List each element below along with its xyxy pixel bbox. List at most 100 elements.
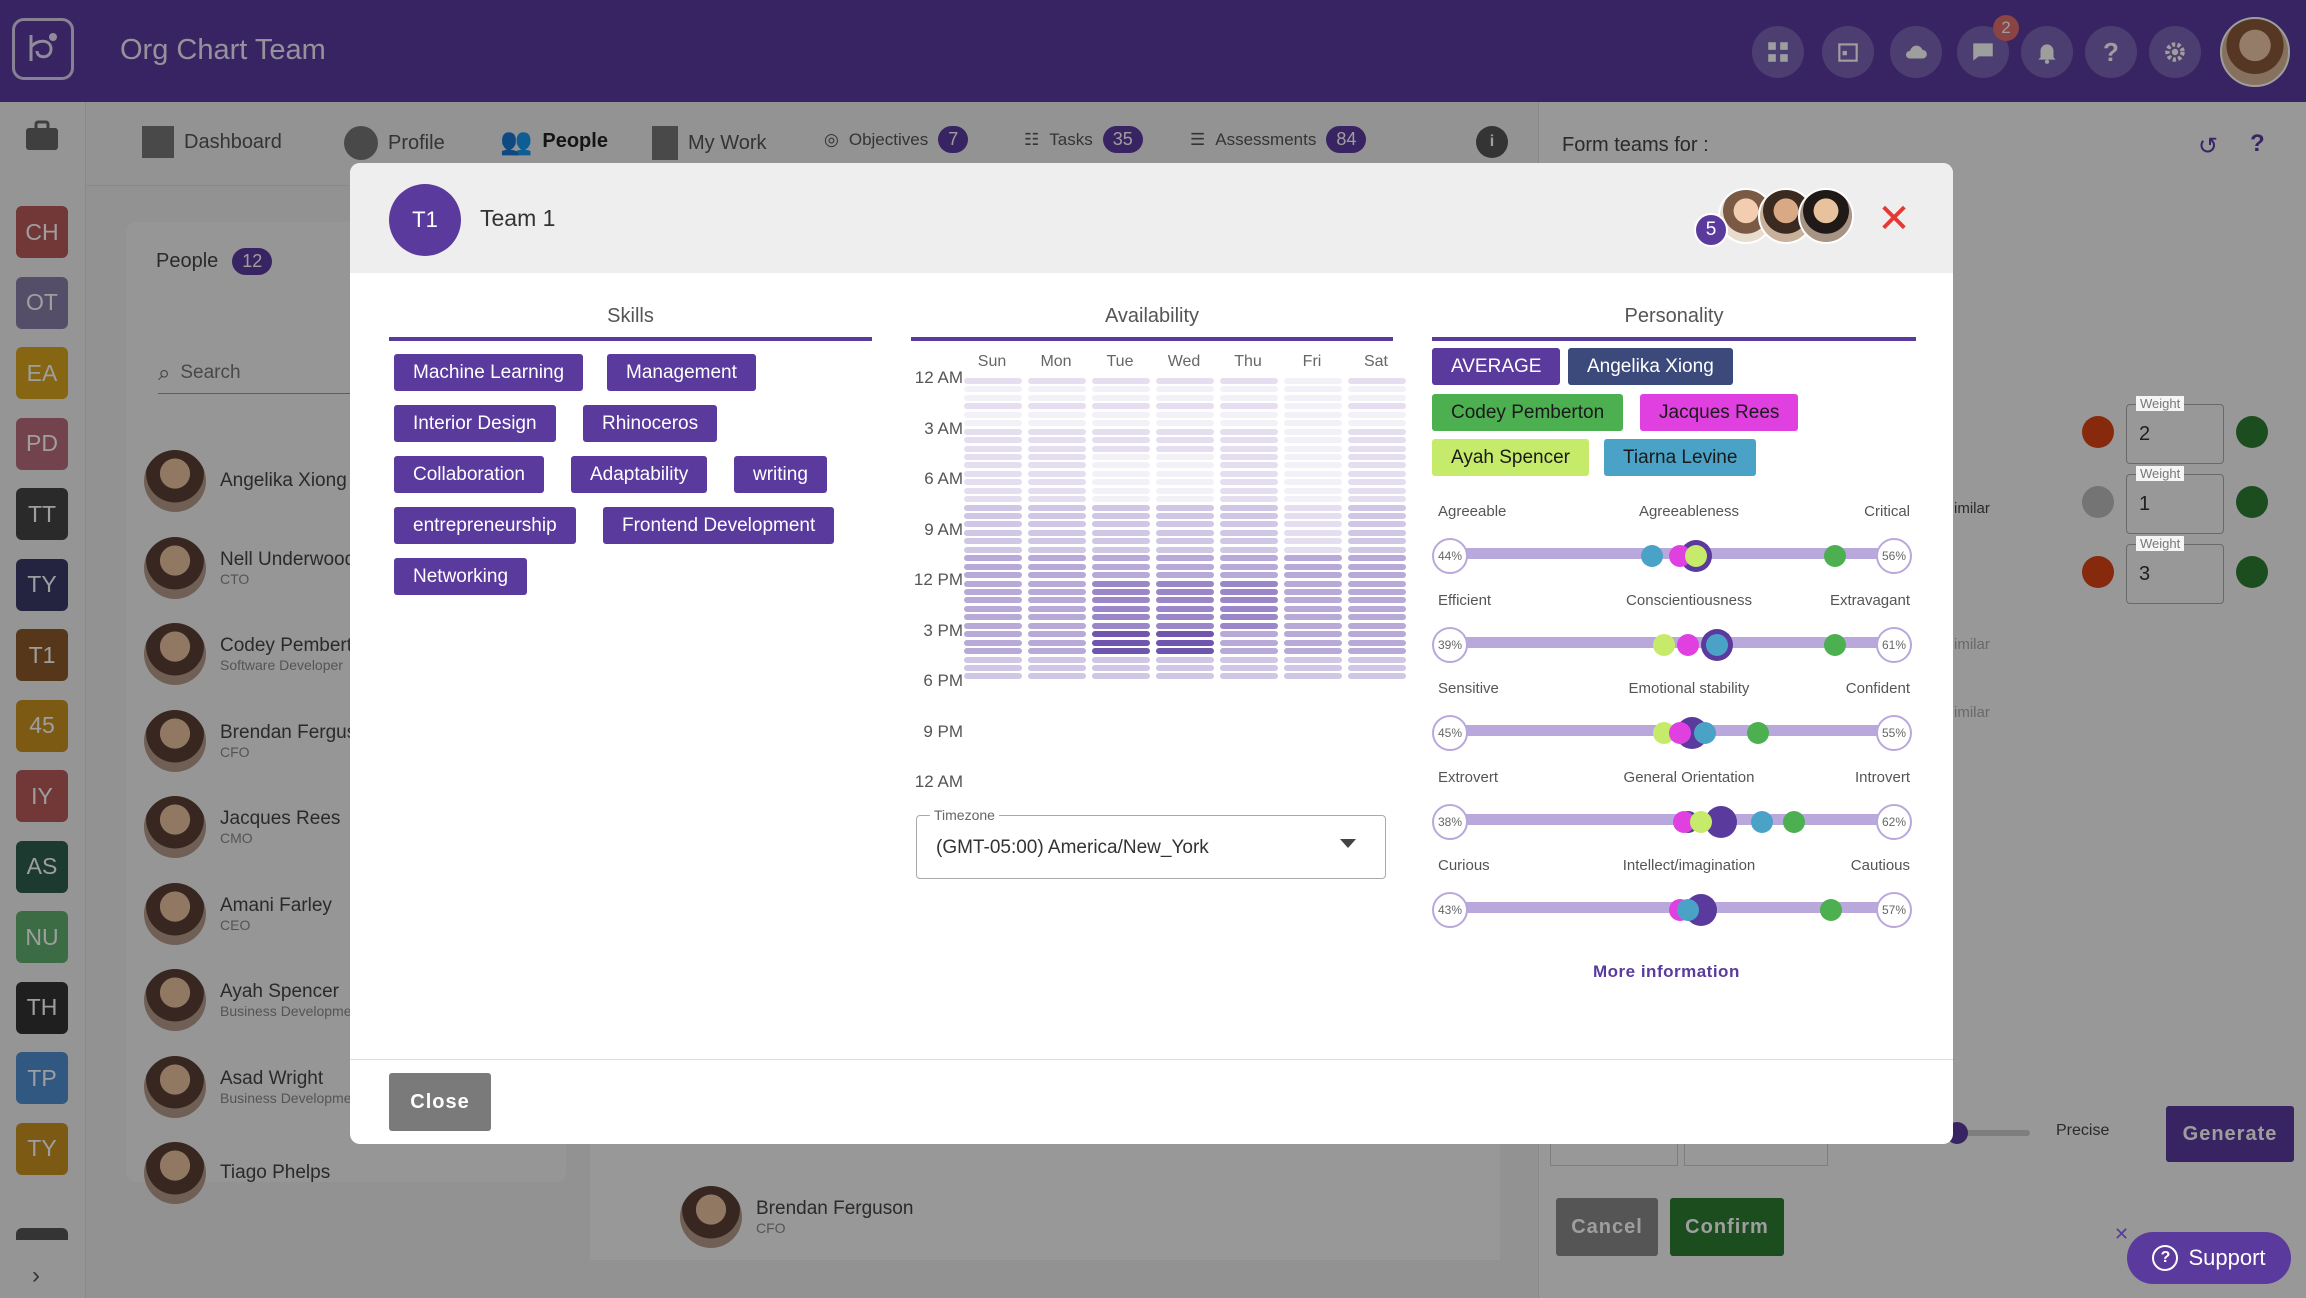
availability-cell [1092, 664, 1150, 671]
availability-cell [1284, 521, 1342, 528]
support-button[interactable]: ? Support [2127, 1232, 2291, 1284]
personality-chip[interactable]: AVERAGE [1432, 348, 1561, 385]
availability-cell [1028, 437, 1086, 444]
hour-label: 3 AM [924, 418, 963, 438]
trait-right-label: Critical [1864, 503, 1910, 520]
availability-cell [1220, 496, 1278, 503]
personality-chip[interactable]: Angelika Xiong [1568, 348, 1733, 385]
availability-cell [1284, 639, 1342, 646]
availability-cell [1156, 664, 1214, 671]
team-avatar: T1 [389, 184, 461, 256]
availability-cell [1156, 479, 1214, 486]
availability-cell [1092, 622, 1150, 629]
trait-bar [1450, 813, 1890, 825]
availability-cell [1284, 470, 1342, 477]
trait-left-label: Agreeable [1438, 503, 1507, 520]
availability-cell [1156, 656, 1214, 663]
trait-left-percent: 38% [1432, 803, 1468, 840]
caret-down-icon[interactable] [1340, 839, 1356, 848]
availability-cell [1284, 563, 1342, 570]
availability-cell [1348, 580, 1406, 587]
availability-cell [1092, 538, 1150, 545]
availability-cell [1028, 673, 1086, 680]
availability-cell [964, 546, 1022, 553]
weight-label: Weight [2136, 536, 2185, 551]
availability-cell [1220, 403, 1278, 410]
availability-cell [1092, 462, 1150, 469]
dismiss-support-icon[interactable]: ✕ [2114, 1224, 2129, 1245]
availability-cell [964, 648, 1022, 655]
availability-cell [1156, 487, 1214, 494]
availability-cell [964, 487, 1022, 494]
availability-cell [1348, 664, 1406, 671]
close-button[interactable]: Close [389, 1073, 491, 1131]
close-icon[interactable]: ✕ [1874, 199, 1914, 239]
availability-cell [1284, 622, 1342, 629]
availability-cell [1092, 597, 1150, 604]
availability-cell [1156, 631, 1214, 638]
availability-cell [1284, 386, 1342, 393]
availability-cell [1028, 504, 1086, 511]
availability-cell [1028, 462, 1086, 469]
availability-cell [1156, 437, 1214, 444]
personality-chip[interactable]: Codey Pemberton [1432, 394, 1624, 431]
availability-cell [1156, 614, 1214, 621]
hour-label: 3 PM [923, 620, 963, 640]
availability-cell [1156, 513, 1214, 520]
availability-cell [1348, 487, 1406, 494]
availability-cell [964, 411, 1022, 418]
member-marker [1669, 722, 1692, 744]
availability-cell [1092, 656, 1150, 663]
availability-cell [1028, 563, 1086, 570]
availability-cell [1028, 555, 1086, 562]
availability-cell [964, 496, 1022, 503]
timezone-value: (GMT-05:00) America/New_York [936, 837, 1209, 858]
availability-cell [1028, 403, 1086, 410]
timezone-label: Timezone [930, 807, 999, 823]
availability-cell [1092, 428, 1150, 435]
day-label: Thu [1234, 353, 1262, 370]
availability-cell [1156, 605, 1214, 612]
availability-cell [964, 529, 1022, 536]
availability-cell [964, 394, 1022, 401]
hour-label: 9 PM [923, 721, 963, 741]
more-information-link[interactable]: More information [1593, 962, 1740, 982]
availability-cell [1028, 622, 1086, 629]
availability-cell [1284, 445, 1342, 452]
day-label: Tue [1106, 353, 1134, 370]
availability-cell [1028, 639, 1086, 646]
personality-chip[interactable]: Jacques Rees [1640, 394, 1799, 431]
availability-cell [1220, 622, 1278, 629]
availability-cell [1220, 664, 1278, 671]
availability-cell [1220, 487, 1278, 494]
availability-cell [1284, 589, 1342, 595]
availability-cell [1092, 453, 1150, 460]
availability-cell [1156, 403, 1214, 410]
availability-cell [964, 555, 1022, 562]
availability-cell [1028, 580, 1086, 587]
day-label: Mon [1040, 353, 1072, 370]
availability-cell [1156, 639, 1214, 646]
trait-left-percent: 45% [1432, 715, 1468, 751]
availability-cell [964, 664, 1022, 671]
availability-cell [1028, 479, 1086, 486]
personality-chip[interactable]: Ayah Spencer [1432, 439, 1590, 476]
availability-cell [1284, 513, 1342, 520]
availability-cell [1028, 453, 1086, 460]
availability-cell [1220, 572, 1278, 579]
trait-left-percent: 44% [1432, 538, 1468, 574]
availability-cell [964, 513, 1022, 520]
trait-left-percent: 39% [1432, 626, 1468, 663]
availability-cell [964, 622, 1022, 629]
availability-cell [1348, 462, 1406, 469]
member-avatar[interactable] [1798, 188, 1854, 244]
availability-cell [1156, 420, 1214, 427]
availability-cell [1220, 546, 1278, 553]
availability-cell [964, 614, 1022, 621]
availability-cell [964, 504, 1022, 511]
availability-cell [1220, 521, 1278, 528]
member-marker [1746, 722, 1769, 744]
availability-cell [1156, 580, 1214, 587]
availability-cell [1156, 394, 1214, 401]
personality-chip[interactable]: Tiarna Levine [1604, 439, 1757, 476]
